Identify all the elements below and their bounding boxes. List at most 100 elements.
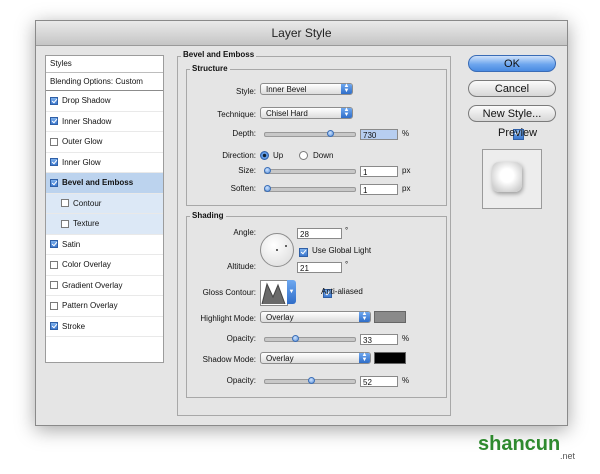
angle-wheel[interactable] [260, 233, 294, 267]
altitude-unit: ° [345, 260, 349, 269]
blending-options-item[interactable]: Blending Options: Custom [46, 73, 163, 91]
style-item-label: Outer Glow [62, 137, 103, 146]
technique-value: Chisel Hard [266, 109, 308, 118]
soften-slider-handle[interactable] [264, 185, 271, 192]
style-item[interactable]: Outer Glow [46, 132, 163, 153]
highlight-mode-label: Highlight Mode: [200, 314, 256, 323]
style-item[interactable]: Inner Glow [46, 153, 163, 173]
style-item[interactable]: Color Overlay [46, 255, 163, 276]
style-item-label: Inner Shadow [62, 116, 112, 126]
angle-direction-dot [285, 245, 287, 247]
shadow-opacity-input[interactable]: 52 [360, 376, 398, 387]
style-item-label: Satin [62, 239, 81, 249]
new-style-button[interactable]: New Style... [468, 105, 556, 122]
style-item-checkbox[interactable] [50, 240, 58, 249]
style-item-label: Stroke [62, 321, 86, 331]
angle-label: Angle: [233, 228, 256, 237]
use-global-light-checkbox[interactable] [299, 248, 308, 257]
style-item-label: Texture [73, 219, 100, 228]
cancel-button[interactable]: Cancel [468, 80, 556, 97]
style-item-checkbox[interactable] [50, 178, 58, 187]
bevel-and-emboss-title: Bevel and Emboss [181, 50, 257, 59]
ok-button[interactable]: OK [468, 55, 556, 72]
shadow-mode-label: Shadow Mode: [202, 355, 256, 364]
highlight-color-swatch[interactable] [374, 311, 406, 323]
direction-down-label: Down [313, 151, 334, 160]
style-item-checkbox[interactable] [50, 117, 58, 126]
size-slider[interactable] [264, 169, 356, 174]
style-select[interactable]: Inner Bevel ▲ ▼ [260, 83, 353, 95]
gloss-contour-preview[interactable] [260, 280, 288, 306]
angle-input[interactable]: 28 [297, 228, 342, 239]
highlight-opacity-slider[interactable] [264, 337, 356, 342]
direction-label: Direction: [222, 151, 256, 160]
highlight-opacity-input[interactable]: 33 [360, 334, 398, 345]
shading-group [186, 216, 447, 398]
style-item-checkbox[interactable] [50, 281, 58, 290]
gloss-contour-dropdown-arrow-icon[interactable]: ▼ [287, 280, 296, 304]
style-item-label: Gradient Overlay [62, 280, 123, 290]
style-item-label: Pattern Overlay [62, 301, 118, 310]
gloss-contour-label: Gloss Contour: [202, 288, 256, 297]
depth-input[interactable]: 730 [360, 129, 398, 140]
style-item-checkbox[interactable] [61, 199, 69, 208]
styles-header[interactable]: Styles [46, 56, 163, 73]
depth-slider-handle[interactable] [327, 130, 334, 137]
style-value: Inner Bevel [266, 85, 307, 94]
altitude-input[interactable]: 21 [297, 262, 342, 273]
shadow-mode-value: Overlay [266, 354, 294, 363]
size-label: Size: [238, 166, 256, 175]
style-item-label: Contour [73, 198, 102, 208]
technique-label: Technique: [217, 110, 256, 119]
shadow-mode-select[interactable]: Overlay ▲ ▼ [260, 352, 371, 364]
preview-thumbnail [482, 149, 542, 209]
style-item-checkbox[interactable] [50, 137, 58, 146]
depth-slider[interactable] [264, 132, 356, 137]
preview-label: Preview [498, 127, 538, 139]
depth-unit: % [402, 129, 410, 138]
style-item[interactable]: Texture [46, 214, 163, 235]
direction-down-radio[interactable] [299, 151, 308, 160]
soften-input[interactable]: 1 [360, 184, 398, 195]
shadow-opacity-unit: % [402, 376, 410, 385]
style-item[interactable]: Satin [46, 235, 163, 255]
style-item[interactable]: Inner Shadow [46, 112, 163, 132]
highlight-opacity-slider-handle[interactable] [291, 335, 299, 342]
chevron-updown-icon: ▲ ▼ [341, 83, 352, 94]
style-item[interactable]: Stroke [46, 317, 163, 337]
highlight-opacity-unit: % [402, 334, 410, 343]
style-item-checkbox[interactable] [61, 219, 69, 228]
soften-label: Soften: [230, 184, 256, 193]
style-item[interactable]: Drop Shadow [46, 91, 163, 112]
size-input[interactable]: 1 [360, 166, 398, 177]
dialog-title: Layer Style [36, 21, 567, 46]
shadow-opacity-label: Opacity: [226, 376, 256, 385]
direction-up-radio[interactable] [260, 151, 269, 160]
preview-shape [492, 162, 522, 192]
watermark-logo: shancun [478, 433, 561, 455]
direction-up-label: Up [273, 151, 284, 160]
watermark-suffix: .net [560, 451, 576, 461]
technique-select[interactable]: Chisel Hard ▲ ▼ [260, 107, 353, 119]
style-item[interactable]: Bevel and Emboss [46, 173, 163, 194]
shadow-color-swatch[interactable] [374, 352, 406, 364]
shadow-opacity-slider-handle[interactable] [307, 377, 315, 384]
highlight-opacity-label: Opacity: [226, 334, 256, 343]
shading-title: Shading [190, 211, 226, 220]
style-item-checkbox[interactable] [50, 260, 58, 269]
style-item-label: Bevel and Emboss [62, 178, 134, 187]
style-item[interactable]: Gradient Overlay [46, 276, 163, 296]
highlight-mode-select[interactable]: Overlay ▲ ▼ [260, 311, 371, 323]
style-item-label: Drop Shadow [62, 96, 111, 105]
style-item-checkbox[interactable] [50, 301, 58, 310]
size-unit: px [402, 166, 411, 175]
style-item[interactable]: Contour [46, 193, 163, 214]
style-item-checkbox[interactable] [50, 158, 58, 167]
style-item[interactable]: Pattern Overlay [46, 296, 163, 317]
size-slider-handle[interactable] [264, 167, 271, 174]
soften-unit: px [402, 184, 411, 193]
style-item-checkbox[interactable] [50, 322, 58, 331]
soften-slider[interactable] [264, 187, 356, 192]
angle-center-dot [276, 249, 278, 251]
style-item-checkbox[interactable] [50, 96, 58, 105]
